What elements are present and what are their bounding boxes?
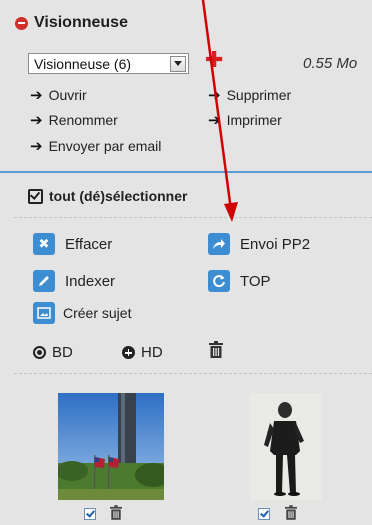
thumbnail-checkbox[interactable] xyxy=(84,508,96,520)
open-action[interactable]: ➔ Ouvrir xyxy=(30,86,87,104)
thumbnail-soldier[interactable] xyxy=(250,393,322,500)
erase-button[interactable]: ✖ Effacer xyxy=(33,233,112,255)
print-action[interactable]: ➔ Imprimer xyxy=(208,111,282,129)
minus-circle-icon[interactable] xyxy=(15,16,28,30)
image-icon xyxy=(33,302,55,324)
arrow-right-icon: ➔ xyxy=(208,87,221,104)
select-all-label: tout (dé)sélectionner xyxy=(49,188,188,204)
trash-icon[interactable] xyxy=(285,505,297,520)
send-pp2-button[interactable]: Envoi PP2 xyxy=(208,233,310,255)
rename-action[interactable]: ➔ Renommer xyxy=(30,111,118,129)
index-label: Indexer xyxy=(65,272,116,290)
total-size: 0.55 Mo xyxy=(303,55,358,72)
open-label: Ouvrir xyxy=(48,87,87,103)
viewer-select[interactable]: Visionneuse (6) xyxy=(28,53,189,74)
arrow-right-icon: ➔ xyxy=(30,112,43,129)
create-subject-button[interactable]: Créer sujet xyxy=(33,302,131,324)
index-button[interactable]: Indexer xyxy=(33,270,115,292)
arrow-right-icon: ➔ xyxy=(30,138,43,155)
viewer-panel: Visionneuse Visionneuse (6) ✚ 0.55 Mo ➔ … xyxy=(0,0,372,525)
thumbnail-checkbox[interactable] xyxy=(258,508,270,520)
hd-label: HD xyxy=(141,344,163,361)
refresh-icon xyxy=(208,270,230,292)
top-label: TOP xyxy=(240,272,271,290)
rename-label: Renommer xyxy=(48,112,118,128)
viewer-header[interactable]: Visionneuse xyxy=(15,14,128,32)
delete-action[interactable]: ➔ Supprimer xyxy=(208,86,291,104)
share-arrow-icon xyxy=(208,233,230,255)
arrow-right-icon: ➔ xyxy=(30,87,43,104)
arrow-right-icon: ➔ xyxy=(208,112,221,129)
dashed-divider xyxy=(14,373,372,374)
send-pp2-label: Envoi PP2 xyxy=(240,235,311,253)
trash-icon[interactable] xyxy=(209,341,223,358)
section-divider xyxy=(0,171,372,173)
create-subject-label: Créer sujet xyxy=(63,305,132,321)
top-button[interactable]: TOP xyxy=(208,270,271,292)
erase-label: Effacer xyxy=(65,235,113,253)
trash-icon[interactable] xyxy=(110,505,122,520)
bd-label: BD xyxy=(52,344,73,361)
print-label: Imprimer xyxy=(226,112,282,128)
viewer-select-value: Visionneuse (6) xyxy=(34,55,132,72)
close-icon: ✖ xyxy=(33,233,55,255)
email-label: Envoyer par email xyxy=(48,138,162,154)
download-circle-icon xyxy=(33,346,46,359)
select-all-toggle[interactable]: tout (dé)sélectionner xyxy=(28,188,187,204)
download-hd-button[interactable]: HD xyxy=(122,344,163,361)
thumbnail-memorial[interactable] xyxy=(58,393,164,500)
chevron-down-icon[interactable] xyxy=(170,55,186,72)
pencil-icon xyxy=(33,270,55,292)
viewer-title: Visionneuse xyxy=(34,14,128,31)
email-action[interactable]: ➔ Envoyer par email xyxy=(30,137,161,155)
delete-label: Supprimer xyxy=(226,87,292,103)
dashed-divider xyxy=(14,217,372,218)
plus-icon[interactable]: ✚ xyxy=(205,46,223,74)
check-square-icon xyxy=(28,188,43,204)
download-bd-button[interactable]: BD xyxy=(33,344,73,361)
plus-circle-icon xyxy=(122,346,135,359)
